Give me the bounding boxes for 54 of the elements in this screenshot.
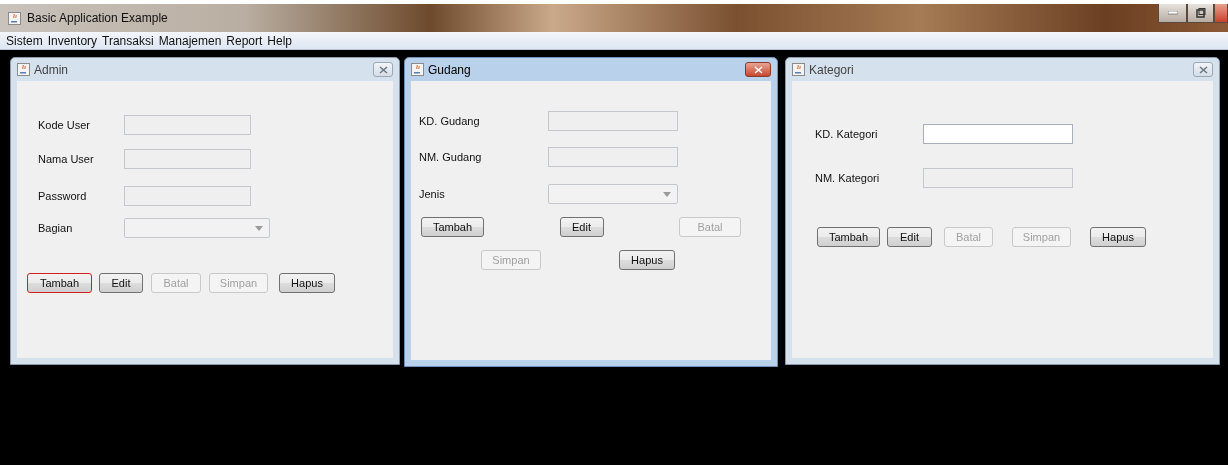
close-icon [753, 65, 763, 74]
java-cup-icon [411, 63, 424, 76]
action-button[interactable]: Edit [99, 273, 143, 293]
menu-item[interactable]: Sistem [4, 33, 46, 48]
caret-icon [663, 191, 671, 197]
frame-title: Kategori [809, 62, 854, 77]
java-cup-icon [17, 63, 30, 76]
field-label: NM. Gudang [419, 151, 483, 163]
field-label: Bagian [38, 222, 74, 234]
menu-item[interactable]: Manajemen [156, 33, 225, 48]
text-field[interactable] [124, 149, 251, 169]
action-button[interactable]: Hapus [619, 250, 675, 270]
close-button[interactable] [745, 62, 771, 77]
frame-title: Admin [34, 62, 68, 77]
close-button[interactable] [1193, 62, 1213, 77]
field-label: KD. Gudang [419, 115, 481, 127]
text-field[interactable] [124, 186, 251, 206]
field-label: NM. Kategori [815, 172, 881, 184]
close-button[interactable] [1214, 4, 1228, 23]
text-field[interactable] [124, 115, 251, 135]
menu-item[interactable]: Report [224, 33, 266, 48]
dropdown[interactable] [124, 218, 270, 238]
restore-icon [1195, 8, 1206, 18]
java-cup-icon [792, 63, 805, 76]
close-icon [1198, 65, 1208, 74]
action-button[interactable]: Hapus [279, 273, 335, 293]
field-label: KD. Kategori [815, 128, 879, 140]
minimize-button[interactable] [1158, 4, 1187, 23]
action-button[interactable]: Tambah [421, 217, 484, 237]
field-label: Jenis [419, 188, 446, 200]
action-button[interactable]: Tambah [817, 227, 880, 247]
window-title: Basic Application Example [27, 11, 168, 25]
frame-title: Gudang [428, 62, 471, 77]
field-label: Password [38, 190, 88, 202]
action-button[interactable]: Edit [887, 227, 932, 247]
action-button[interactable]: Edit [559, 217, 604, 237]
menu-item[interactable]: Transaksi [100, 33, 157, 48]
action-button[interactable]: Hapus [1090, 227, 1146, 247]
field-label: Kode User [38, 119, 91, 131]
text-field[interactable] [923, 168, 1073, 188]
text-field[interactable] [548, 147, 678, 167]
close-button[interactable] [373, 62, 393, 77]
text-field[interactable] [923, 124, 1073, 144]
minimize-icon [1167, 11, 1178, 15]
close-icon [378, 65, 388, 74]
dropdown[interactable] [548, 184, 678, 204]
java-cup-icon [8, 11, 21, 25]
field-label: Nama User [38, 153, 95, 165]
text-field[interactable] [548, 111, 678, 131]
restore-button[interactable] [1187, 4, 1214, 23]
caret-icon [255, 225, 263, 231]
action-button[interactable]: Tambah [27, 273, 92, 293]
menu-item[interactable]: Help [265, 33, 296, 48]
menu-item[interactable]: Inventory [45, 33, 101, 48]
